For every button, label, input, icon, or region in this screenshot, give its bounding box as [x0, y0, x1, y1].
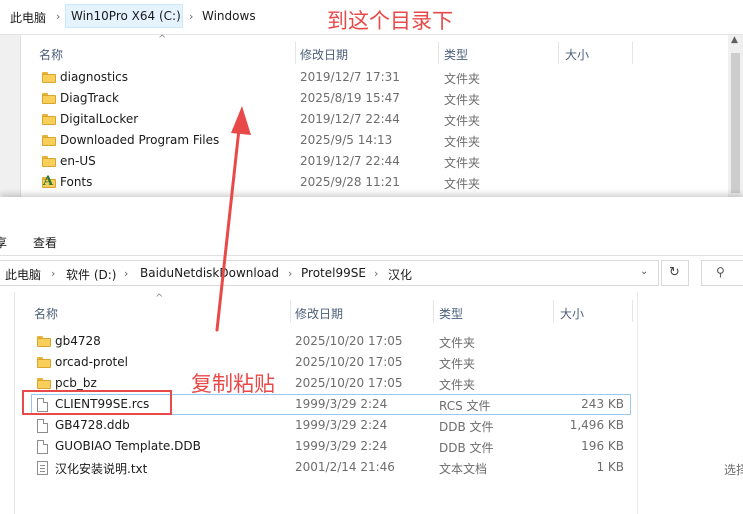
annotation-arrow [215, 106, 251, 332]
arrow-shaft [215, 118, 242, 332]
arrow-head [231, 106, 251, 135]
